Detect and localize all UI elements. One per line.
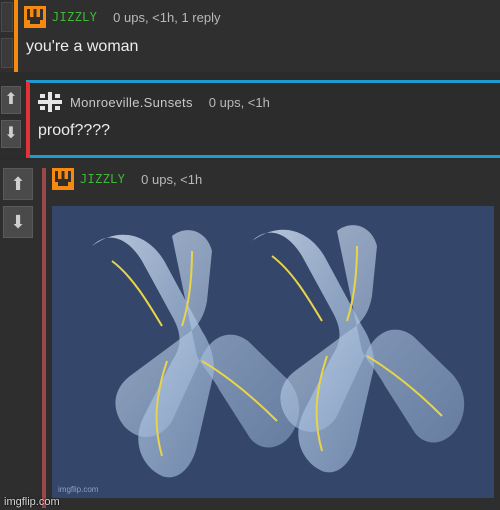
comment-header: JIZZLY 0 ups, <1h, 1 reply <box>24 6 220 28</box>
footer-watermark: imgflip.com <box>4 496 60 508</box>
reply-highlight-bottom <box>26 155 500 158</box>
comment-2: ⬆ ⬇ Monroeville.Sunsets 0 ups, <1h proof… <box>0 80 500 158</box>
comment-accent-bar <box>42 168 46 508</box>
downvote-button[interactable]: ⬇ <box>1 120 21 148</box>
comment-image-chromosomes[interactable]: imgflip.com <box>52 206 494 498</box>
comment-text: you're a woman <box>26 38 139 55</box>
vote-column: ⬆ ⬇ <box>0 168 33 244</box>
upvote-button[interactable] <box>1 2 13 32</box>
downvote-button[interactable] <box>1 38 13 68</box>
comment-accent-bar <box>26 82 30 158</box>
chromosome-illustration <box>52 206 494 498</box>
comment-meta: 0 ups, <1h, 1 reply <box>113 9 221 25</box>
upvote-button[interactable]: ⬆ <box>1 86 21 114</box>
upvote-button[interactable]: ⬆ <box>3 168 33 200</box>
comment-meta: 0 ups, <1h <box>208 94 270 110</box>
crown-icon[interactable] <box>24 6 46 28</box>
vote-column: ⬆ ⬇ <box>0 86 22 154</box>
image-watermark: imgflip.com <box>58 485 99 494</box>
username[interactable]: Monroeville.Sunsets <box>70 95 193 110</box>
comment-meta: 0 ups, <1h <box>141 171 203 187</box>
vote-column <box>0 2 22 74</box>
username[interactable]: JIZZLY <box>80 172 125 186</box>
comment-header: Monroeville.Sunsets 0 ups, <1h <box>36 90 270 114</box>
crown-icon[interactable] <box>52 168 74 190</box>
comment-3: ⬆ ⬇ JIZZLY 0 ups, <1h imgflip.com <box>0 160 500 510</box>
reply-highlight-top <box>26 80 500 83</box>
downvote-button[interactable]: ⬇ <box>3 206 33 238</box>
username[interactable]: JIZZLY <box>52 10 97 24</box>
comment-text: proof???? <box>38 122 111 139</box>
plus-icon[interactable] <box>36 90 64 114</box>
comment-accent-bar <box>14 0 18 72</box>
comment-1: JIZZLY 0 ups, <1h, 1 reply you're a woma… <box>0 0 500 72</box>
comment-header: JIZZLY 0 ups, <1h <box>52 168 202 190</box>
